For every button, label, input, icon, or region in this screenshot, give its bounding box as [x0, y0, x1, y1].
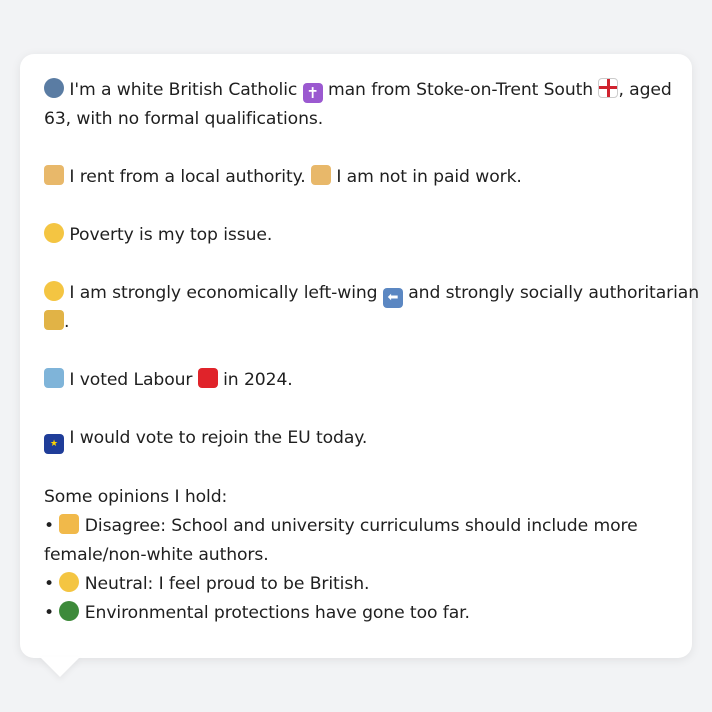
intro-text: I'm a white British Catholic [69, 80, 298, 100]
lock-icon [44, 310, 64, 330]
eu-paragraph: ★ I would vote to rejoin the EU today. [44, 424, 668, 454]
opinion-text-continued: female/non-white authors. [44, 545, 269, 565]
opinion-text: Disagree: School and university curricul… [84, 516, 638, 536]
ideology-economic: I am strongly economically left-wing [69, 283, 378, 303]
intro-paragraph: I'm a white British Catholic ✝ man from … [44, 76, 672, 134]
left-arrow-icon: ⬅ [382, 288, 403, 308]
latin-cross-icon: ✝ [302, 83, 323, 103]
issue-text: Poverty is my top issue. [69, 225, 273, 245]
intro-location: man from Stoke-on-Trent South [327, 80, 594, 100]
england-flag-icon [598, 78, 619, 98]
message-bubble: I'm a white British Catholic ✝ man from … [20, 54, 699, 658]
ideology-social: and strongly socially authoritarian [408, 283, 699, 303]
thumbs-down-icon [59, 514, 80, 534]
intro-age-prefix: , aged [618, 80, 672, 100]
vote-text: I voted Labour [69, 370, 193, 390]
issue-paragraph: Poverty is my top issue. [44, 221, 668, 250]
opinion-item: • Environmental protections have gone to… [44, 599, 668, 628]
intro-qualifications: 63, with no formal qualifications. [44, 109, 324, 129]
opinion-item: • Disagree: School and university curric… [44, 512, 668, 541]
vote-year: in 2024. [223, 370, 293, 390]
ballot-box-icon [44, 368, 64, 388]
neutral-face-icon [59, 572, 80, 592]
house-icon [44, 165, 64, 185]
bubble-tail [40, 657, 80, 677]
tree-icon [59, 601, 80, 621]
house-icon [310, 165, 331, 185]
eu-flag-icon: ★ [44, 434, 64, 454]
eu-text: I would vote to rejoin the EU today. [69, 428, 368, 448]
message-text: I'm a white British Catholic ✝ man from … [44, 76, 699, 628]
person-silhouette-icon [44, 78, 64, 98]
bullet: • [44, 574, 55, 594]
work-text: I am not in paid work. [336, 167, 522, 187]
housing-text: I rent from a local authority. [69, 167, 306, 187]
thinking-face-icon [44, 281, 64, 301]
opinions-section: Some opinions I hold: • Disagree: School… [44, 483, 668, 628]
red-square-icon [197, 368, 218, 388]
housing-paragraph: I rent from a local authority. I am not … [44, 163, 668, 192]
ideology-end: . [64, 312, 70, 332]
vote-paragraph: I voted Labour in 2024. [44, 366, 668, 395]
opinions-heading: Some opinions I hold: [44, 487, 228, 507]
disappointed-face-icon [44, 223, 64, 243]
opinion-text: Environmental protections have gone too … [84, 603, 470, 623]
ideology-paragraph: I am strongly economically left-wing ⬅ a… [44, 279, 699, 337]
opinion-text: Neutral: I feel proud to be British. [84, 574, 370, 594]
bullet: • [44, 516, 55, 536]
opinion-item: • Neutral: I feel proud to be British. [44, 570, 668, 599]
bullet: • [44, 603, 55, 623]
